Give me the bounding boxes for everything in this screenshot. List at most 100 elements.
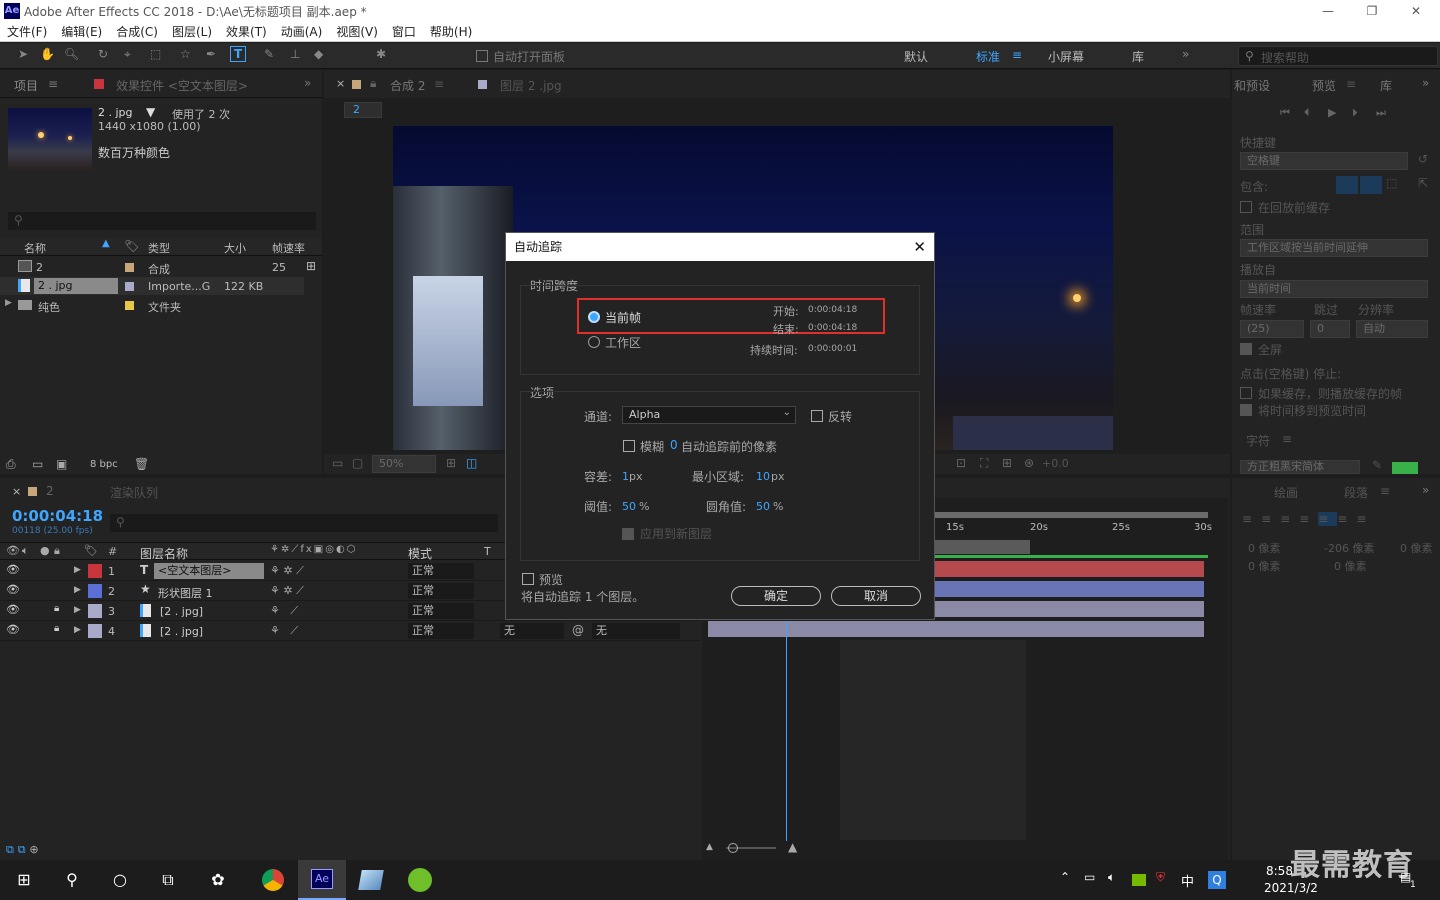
expand-arrow-icon[interactable]: ▶ [74, 605, 81, 615]
close-tab-icon[interactable]: × [12, 485, 21, 498]
melon-app-icon[interactable] [408, 868, 432, 892]
layer-name[interactable]: <空文本图层> [154, 563, 264, 579]
layer-name-header[interactable]: 图层名称 [140, 545, 188, 562]
workspace-library[interactable]: 库 [1132, 48, 1144, 65]
menu-view[interactable]: 视图(V) [329, 22, 385, 42]
tab-paint[interactable]: 绘画 [1274, 484, 1298, 501]
font-select[interactable]: 方正粗黑宋简体 [1240, 460, 1360, 474]
space-before-value[interactable]: 0 像素 [1248, 558, 1281, 574]
rotate-tool-icon[interactable]: ↻ [98, 47, 108, 61]
eyedropper-icon[interactable]: ✎ [1372, 458, 1382, 472]
show-snapshot-icon[interactable]: ▢ [352, 456, 363, 470]
project-row-folder[interactable]: ▶ 纯色 文件夹 [0, 296, 304, 314]
after-effects-taskbar-button[interactable]: Ae [298, 860, 346, 900]
workspace-standard[interactable]: 标准 [976, 48, 1000, 65]
clock-time[interactable]: 8:58 [1266, 864, 1293, 878]
layer-row[interactable]: 👁︎ 🔒︎ ▶ 4 [2 . jpg] ⚘ ⟋ 正常 无 @ 无 [0, 621, 700, 641]
trash-icon[interactable]: 🗑︎ [134, 457, 149, 471]
col-size[interactable]: 大小 [224, 240, 246, 256]
range-select[interactable]: 工作区域按当前时间延伸 [1240, 239, 1428, 257]
workspace-menu-icon[interactable]: ≡ [1012, 48, 1022, 62]
tab-timeline-comp[interactable]: 2 [46, 484, 54, 498]
space-after-value[interactable]: 0 像素 [1334, 558, 1367, 574]
menu-effect[interactable]: 效果(T) [219, 22, 274, 42]
fps-select[interactable]: (25) [1240, 320, 1304, 338]
col-type[interactable]: 类型 [148, 240, 170, 256]
search-icon[interactable]: ⚲ [52, 860, 92, 900]
visibility-eye-icon[interactable]: 👁︎ [6, 583, 20, 596]
lock-icon[interactable]: 🔒︎ [54, 623, 59, 634]
move-time-checkbox[interactable] [1240, 404, 1252, 416]
reset-icon[interactable]: ↺ [1418, 152, 1428, 166]
layer-mode[interactable]: 正常 [408, 583, 474, 599]
close-tab-icon[interactable]: × [336, 77, 345, 90]
justify-right-icon[interactable]: ≡ [1337, 512, 1356, 526]
col-fps[interactable]: 帧速率 [272, 240, 305, 256]
justify-left-icon[interactable]: ≡ [1299, 512, 1318, 526]
indent-left-value[interactable]: 0 像素 [1248, 540, 1281, 556]
clone-tool-icon[interactable]: ⊥ [290, 47, 300, 61]
fill-color-swatch[interactable] [1392, 462, 1418, 474]
toggle-graph-icon[interactable]: ⊕ [29, 843, 38, 856]
network-icon[interactable]: ▭ [1084, 870, 1095, 884]
tab-render-queue[interactable]: 渲染队列 [110, 484, 158, 501]
camera-tool-icon[interactable]: ⌖ [124, 47, 131, 62]
new-folder-icon[interactable]: ▭ [32, 457, 43, 471]
chrome-icon[interactable] [262, 869, 284, 891]
last-frame-icon[interactable]: ⏭ [1376, 106, 1386, 120]
indent-first-value[interactable]: 0 像素 [1400, 540, 1433, 556]
current-frame-radio[interactable] [588, 311, 600, 323]
justify-all-icon[interactable]: ≡ [1356, 512, 1375, 526]
layer-bar[interactable] [934, 601, 1204, 617]
tab-preview[interactable]: 预览 [1312, 77, 1336, 94]
nvidia-icon[interactable] [1132, 874, 1146, 886]
hand-tool-icon[interactable]: ✋ [40, 47, 55, 61]
threshold-value[interactable]: 50 [622, 500, 636, 513]
mask-icon[interactable]: ◫ [466, 456, 477, 470]
timeline-search-input[interactable]: ⚲ [110, 514, 498, 532]
minimize-button[interactable]: — [1316, 0, 1340, 22]
min-area-value[interactable]: 10 [756, 470, 770, 483]
volume-icon[interactable]: 🔈︎ [1108, 870, 1115, 885]
bpc-label[interactable]: 8 bpc [90, 459, 118, 470]
resolution-select[interactable]: 自动 [1356, 320, 1428, 338]
zoom-handle[interactable] [728, 843, 738, 853]
type-tool-icon[interactable]: T [230, 46, 247, 62]
qq-icon[interactable]: Q [1208, 871, 1226, 889]
tab-effects-presets[interactable]: 和预设 [1234, 77, 1270, 94]
layer-mode[interactable]: 正常 [408, 623, 474, 639]
work-area-bar[interactable] [934, 512, 1208, 518]
eraser-tool-icon[interactable]: ◆ [314, 47, 323, 61]
layer-color-swatch[interactable] [88, 564, 102, 578]
trkmat-select[interactable]: 无 [500, 623, 564, 639]
preview-checkbox[interactable] [522, 573, 534, 585]
shortcut-select[interactable]: 空格键 [1240, 152, 1408, 170]
tolerance-value[interactable]: 1 [622, 470, 629, 483]
selection-tool-icon[interactable]: ➤ [18, 47, 28, 61]
playhead-line[interactable] [786, 621, 787, 841]
expand-arrow-icon[interactable]: ▶ [74, 585, 81, 595]
expand-arrow-icon[interactable]: ▶ [5, 298, 12, 308]
tab-project[interactable]: 项目 [14, 77, 38, 94]
restore-button[interactable]: ❐ [1360, 0, 1384, 22]
play-icon[interactable]: ▶ [1328, 106, 1336, 119]
project-search-input[interactable]: ⚲ [8, 212, 316, 230]
pinwheel-app-icon[interactable]: ✿ [198, 860, 238, 900]
search-help-field[interactable]: ⚲ 搜索帮助 [1238, 46, 1438, 66]
menu-animation[interactable]: 动画(A) [274, 22, 330, 42]
tab-menu-icon[interactable]: ≡ [434, 77, 444, 91]
interpret-footage-icon[interactable]: ⎙ [6, 457, 16, 472]
blur-checkbox[interactable] [623, 440, 635, 452]
mode-header[interactable]: 模式 [408, 545, 432, 562]
start-icon[interactable]: ⊞ [4, 860, 44, 900]
visibility-eye-icon[interactable]: 👁︎ [6, 603, 20, 616]
puppet-tool-icon[interactable]: ✱ [376, 47, 386, 61]
prev-frame-icon[interactable]: ⏴ [1304, 106, 1310, 120]
blur-value[interactable]: 0 [670, 438, 678, 452]
cancel-button[interactable]: 取消 [831, 586, 921, 606]
zoom-select[interactable]: 50% [372, 455, 436, 473]
justify-center-icon[interactable]: ≡ [1318, 512, 1338, 526]
tab-comp[interactable]: 合成 2 [390, 77, 425, 94]
project-row-image[interactable]: 2 . jpg Importe...G 122 KB [0, 277, 304, 295]
expand-arrow-icon[interactable]: ▶ [74, 565, 81, 575]
